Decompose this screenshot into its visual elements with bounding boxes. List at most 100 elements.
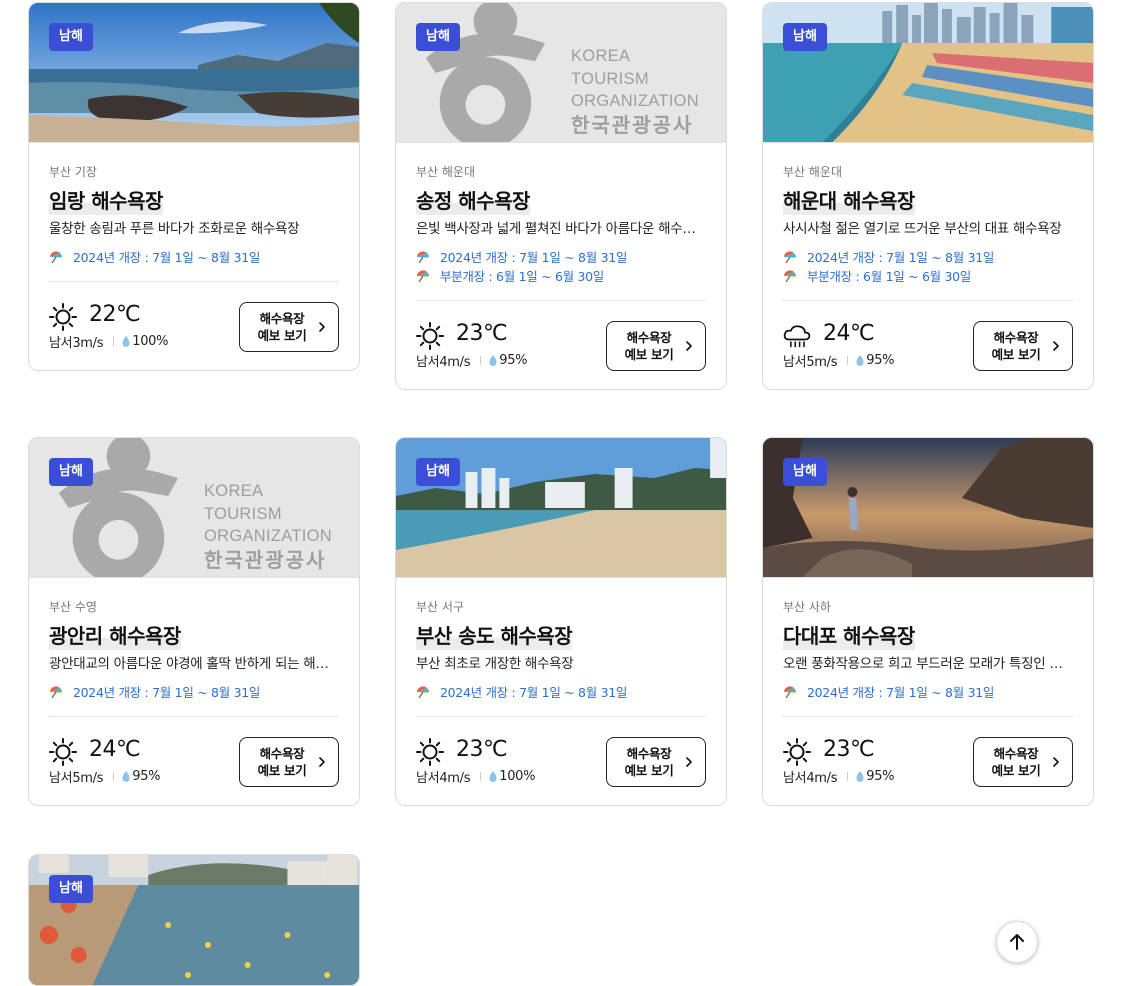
opening-periods: 2024년 개장 : 7월 1일 ~ 8월 31일 부분개장 : 6월 1일 ~… xyxy=(416,247,706,285)
region-badge: 남해 xyxy=(49,23,93,51)
weather-summary: 22℃ 남서3m/s 100% 해수욕장 예보 보기 xyxy=(49,282,339,370)
card-body: 부산 수영 광안리 해수욕장 광안대교의 아름다운 야경에 홀딱 반하게 되는 … xyxy=(29,578,359,805)
humidity: 95% xyxy=(866,353,895,368)
beach-photo[interactable]: 남해 xyxy=(29,855,359,985)
humidity-drop-icon xyxy=(489,355,497,366)
beach-card[interactable]: 남해 부산 기장 임랑 해수욕장 울창한 송림과 푸른 바다가 조화로운 해수욕… xyxy=(28,2,360,371)
card-description: 광안대교의 아름다운 야경에 홀딱 반하게 되는 해수욕장 xyxy=(49,656,339,672)
region-badge: 남해 xyxy=(49,458,93,486)
scroll-top-button[interactable] xyxy=(996,921,1038,963)
region-badge: 남해 xyxy=(783,458,827,486)
card-title[interactable]: 다대포 해수욕장 xyxy=(783,622,915,650)
forecast-button-line2: 예보 보기 xyxy=(991,763,1041,778)
forecast-button-line1: 해수욕장 xyxy=(993,330,1039,345)
humidity-drop-icon xyxy=(856,771,864,782)
opening-text: 2024년 개장 : 7월 1일 ~ 8월 31일 xyxy=(807,250,995,265)
umbrella-icon xyxy=(417,250,429,263)
forecast-button[interactable]: 해수욕장 예보 보기 xyxy=(973,321,1073,371)
umbrella-icon xyxy=(784,250,796,263)
forecast-button[interactable]: 해수욕장 예보 보기 xyxy=(973,737,1073,787)
card-body: 부산 해운대 해운대 해수욕장 사시사철 젊은 열기로 뜨거운 부산의 대표 해… xyxy=(763,143,1093,389)
logo-text-korea: KOREA xyxy=(204,482,264,500)
chevron-right-icon xyxy=(686,757,692,767)
beach-photo[interactable]: 남해 xyxy=(396,438,726,578)
forecast-button-line1: 해수욕장 xyxy=(993,746,1039,761)
region-badge: 남해 xyxy=(416,458,460,486)
beach-card[interactable]: KOREA TOURISM ORGANIZATION 한국관광공사 남해 부산 … xyxy=(28,437,360,806)
logo-text-korean: 한국관광공사 xyxy=(571,114,694,137)
card-title[interactable]: 송정 해수욕장 xyxy=(416,187,530,215)
card-region: 부산 사하 xyxy=(783,600,831,614)
weather-summary: 24℃ 남서5m/s 95% 해수욕장 예보 보기 xyxy=(783,301,1073,389)
separator xyxy=(113,337,115,346)
opening-text: 부분개장 : 6월 1일 ~ 6월 30일 xyxy=(440,269,604,284)
beach-photo[interactable]: 남해 xyxy=(29,3,359,143)
separator xyxy=(113,772,115,781)
humidity: 95% xyxy=(499,353,528,368)
card-title[interactable]: 광안리 해수욕장 xyxy=(49,622,181,650)
humidity-drop-icon xyxy=(122,771,130,782)
sun-icon xyxy=(416,738,444,766)
wind-humidity: 남서4m/s 100% xyxy=(416,767,535,786)
forecast-button-line2: 예보 보기 xyxy=(991,347,1041,362)
temperature: 24℃ xyxy=(823,321,875,346)
card-body: 부산 해운대 송정 해수욕장 은빛 백사장과 넓게 펼쳐진 바다가 아름다운 해… xyxy=(396,143,726,389)
temperature: 23℃ xyxy=(456,737,508,762)
card-description: 오랜 풍화작용으로 희고 부드러운 모래가 특징인 해수욕장 xyxy=(783,656,1073,672)
forecast-button[interactable]: 해수욕장 예보 보기 xyxy=(239,302,339,352)
opening-text: 2024년 개장 : 7월 1일 ~ 8월 31일 xyxy=(73,685,261,700)
beach-card[interactable]: 남해 부산 해운대 해운대 해수욕장 사시사철 젊은 열기로 뜨거운 부산의 대… xyxy=(762,2,1094,390)
temperature: 23℃ xyxy=(456,321,508,346)
chevron-right-icon xyxy=(319,757,325,767)
weather-summary: 23℃ 남서4m/s 95% 해수욕장 예보 보기 xyxy=(783,717,1073,805)
wind: 남서4m/s xyxy=(416,355,471,370)
opening-period: 부분개장 : 6월 1일 ~ 6월 30일 xyxy=(416,266,706,285)
arrow-up-icon xyxy=(1010,934,1024,950)
logo-text-organization: ORGANIZATION xyxy=(571,92,699,110)
beach-photo[interactable]: 남해 xyxy=(763,438,1093,578)
separator xyxy=(480,356,482,365)
rain-cloud-icon xyxy=(783,325,811,348)
logo-text-organization: ORGANIZATION xyxy=(204,527,332,545)
card-title[interactable]: 부산 송도 해수욕장 xyxy=(416,622,573,650)
opening-period: 2024년 개장 : 7월 1일 ~ 8월 31일 xyxy=(416,247,706,266)
opening-text: 2024년 개장 : 7월 1일 ~ 8월 31일 xyxy=(73,250,261,265)
opening-periods: 2024년 개장 : 7월 1일 ~ 8월 31일 xyxy=(49,682,339,701)
card-body: 부산 서구 부산 송도 해수욕장 부산 최초로 개장한 해수욕장 2024년 개… xyxy=(396,578,726,805)
chevron-right-icon xyxy=(1053,757,1059,767)
card-region: 부산 해운대 xyxy=(783,165,843,179)
beach-card[interactable]: 남해 xyxy=(28,854,360,986)
card-title[interactable]: 임랑 해수욕장 xyxy=(49,187,163,215)
forecast-button[interactable]: 해수욕장 예보 보기 xyxy=(239,737,339,787)
opening-periods: 2024년 개장 : 7월 1일 ~ 8월 31일 부분개장 : 6월 1일 ~… xyxy=(783,247,1073,285)
beach-photo[interactable]: 남해 xyxy=(763,3,1093,143)
beach-photo[interactable]: KOREA TOURISM ORGANIZATION 한국관광공사 남해 xyxy=(396,3,726,143)
opening-period: 2024년 개장 : 7월 1일 ~ 8월 31일 xyxy=(49,247,339,266)
forecast-button[interactable]: 해수욕장 예보 보기 xyxy=(606,321,706,371)
sun-icon xyxy=(49,303,77,331)
wind-humidity: 남서4m/s 95% xyxy=(783,767,895,786)
region-badge: 남해 xyxy=(783,23,827,51)
card-title[interactable]: 해운대 해수욕장 xyxy=(783,187,915,215)
umbrella-icon xyxy=(50,685,62,698)
forecast-button[interactable]: 해수욕장 예보 보기 xyxy=(606,737,706,787)
humidity: 100% xyxy=(132,334,169,349)
separator xyxy=(480,772,482,781)
humidity-drop-icon xyxy=(122,336,130,347)
card-description: 부산 최초로 개장한 해수욕장 xyxy=(416,656,574,672)
chevron-right-icon xyxy=(686,341,692,351)
opening-periods: 2024년 개장 : 7월 1일 ~ 8월 31일 xyxy=(416,682,706,701)
umbrella-icon xyxy=(784,269,796,282)
umbrella-icon xyxy=(50,250,62,263)
beach-card[interactable]: KOREA TOURISM ORGANIZATION 한국관광공사 남해 부산 … xyxy=(395,2,727,390)
chevron-right-icon xyxy=(1053,341,1059,351)
card-body: 부산 기장 임랑 해수욕장 울창한 송림과 푸른 바다가 조화로운 해수욕장 2… xyxy=(29,143,359,370)
temperature: 24℃ xyxy=(89,737,141,762)
beach-card[interactable]: 남해 부산 사하 다대포 해수욕장 오랜 풍화작용으로 희고 부드러운 모래가 … xyxy=(762,437,1094,806)
beach-card[interactable]: 남해 부산 서구 부산 송도 해수욕장 부산 최초로 개장한 해수욕장 2024… xyxy=(395,437,727,806)
opening-text: 2024년 개장 : 7월 1일 ~ 8월 31일 xyxy=(807,685,995,700)
logo-text-tourism: TOURISM xyxy=(571,69,649,88)
beach-photo[interactable]: KOREA TOURISM ORGANIZATION 한국관광공사 남해 xyxy=(29,438,359,578)
humidity: 95% xyxy=(132,769,161,784)
temperature: 23℃ xyxy=(823,737,875,762)
